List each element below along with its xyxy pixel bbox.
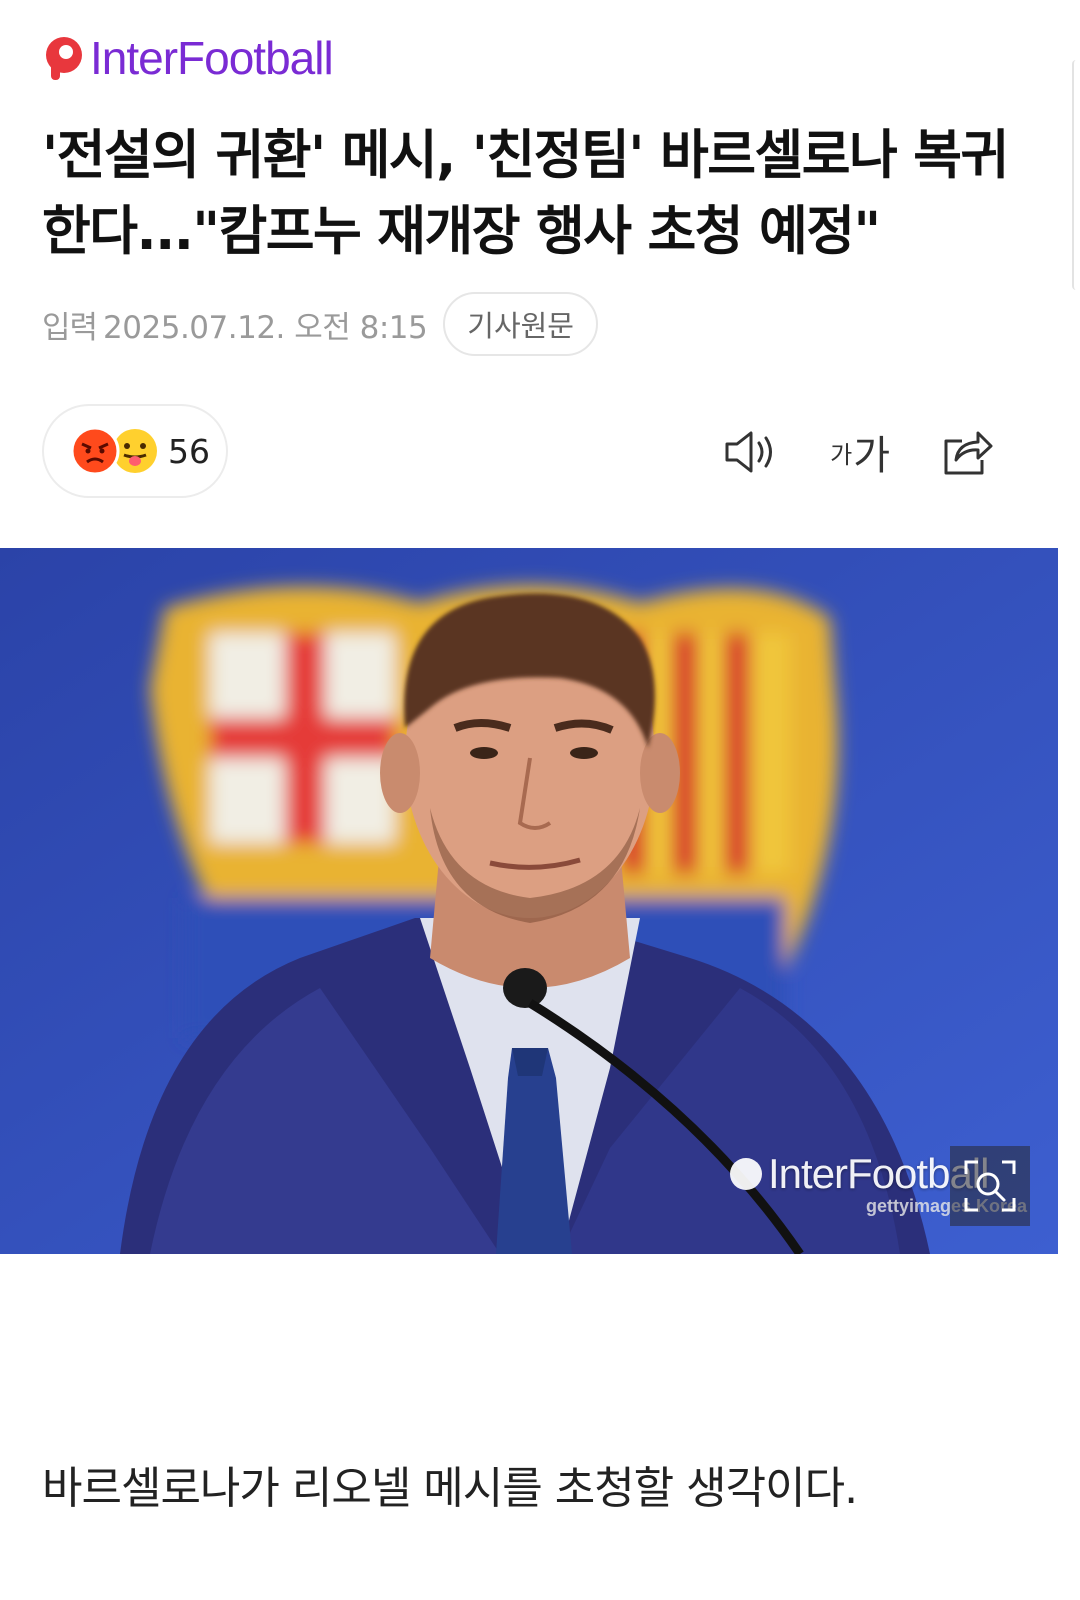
- reaction-button[interactable]: 56: [42, 404, 228, 498]
- text-to-speech-button[interactable]: [724, 420, 778, 484]
- interfootball-logo[interactable]: InterFootball: [42, 30, 334, 86]
- article-body-paragraph: 바르셀로나가 리오넬 메시를 초청할 생각이다.: [42, 1463, 858, 1514]
- logo-mark-icon: [46, 37, 82, 80]
- share-icon: [944, 431, 993, 475]
- watermark-logo-icon: [730, 1158, 762, 1190]
- share-button[interactable]: [942, 420, 994, 484]
- font-size-big-glyph: 가: [853, 433, 890, 479]
- original-article-button[interactable]: 기사원문: [443, 292, 598, 356]
- published-timestamp: 2025.07.12. 오전 8:15: [103, 309, 428, 346]
- reaction-count: 56: [168, 431, 210, 471]
- article-headline: '전설의 귀환' 메시, '친정팀' 바르셀로나 복귀한다..."캄프누 재개장…: [42, 125, 1009, 262]
- font-size-small-glyph: 가: [830, 440, 853, 469]
- scroll-indicator: [1072, 60, 1080, 290]
- reaction-emojis: [70, 426, 162, 476]
- article-meta: 입력 2025.07.12. 오전 8:15 기사원문: [42, 292, 598, 356]
- logo-text: InterFootball: [90, 32, 334, 84]
- input-label: 입력: [42, 309, 98, 346]
- speaker-icon: [725, 431, 773, 473]
- angry-face-icon: [70, 426, 120, 476]
- zoom-icon: [964, 1160, 1016, 1212]
- photo-illustration: [0, 548, 1058, 1254]
- photo-zoom-button[interactable]: [950, 1146, 1030, 1226]
- font-size-button[interactable]: 가가: [830, 420, 890, 484]
- article-photo[interactable]: [0, 548, 1058, 1254]
- article-toolbar: 가가: [724, 420, 994, 484]
